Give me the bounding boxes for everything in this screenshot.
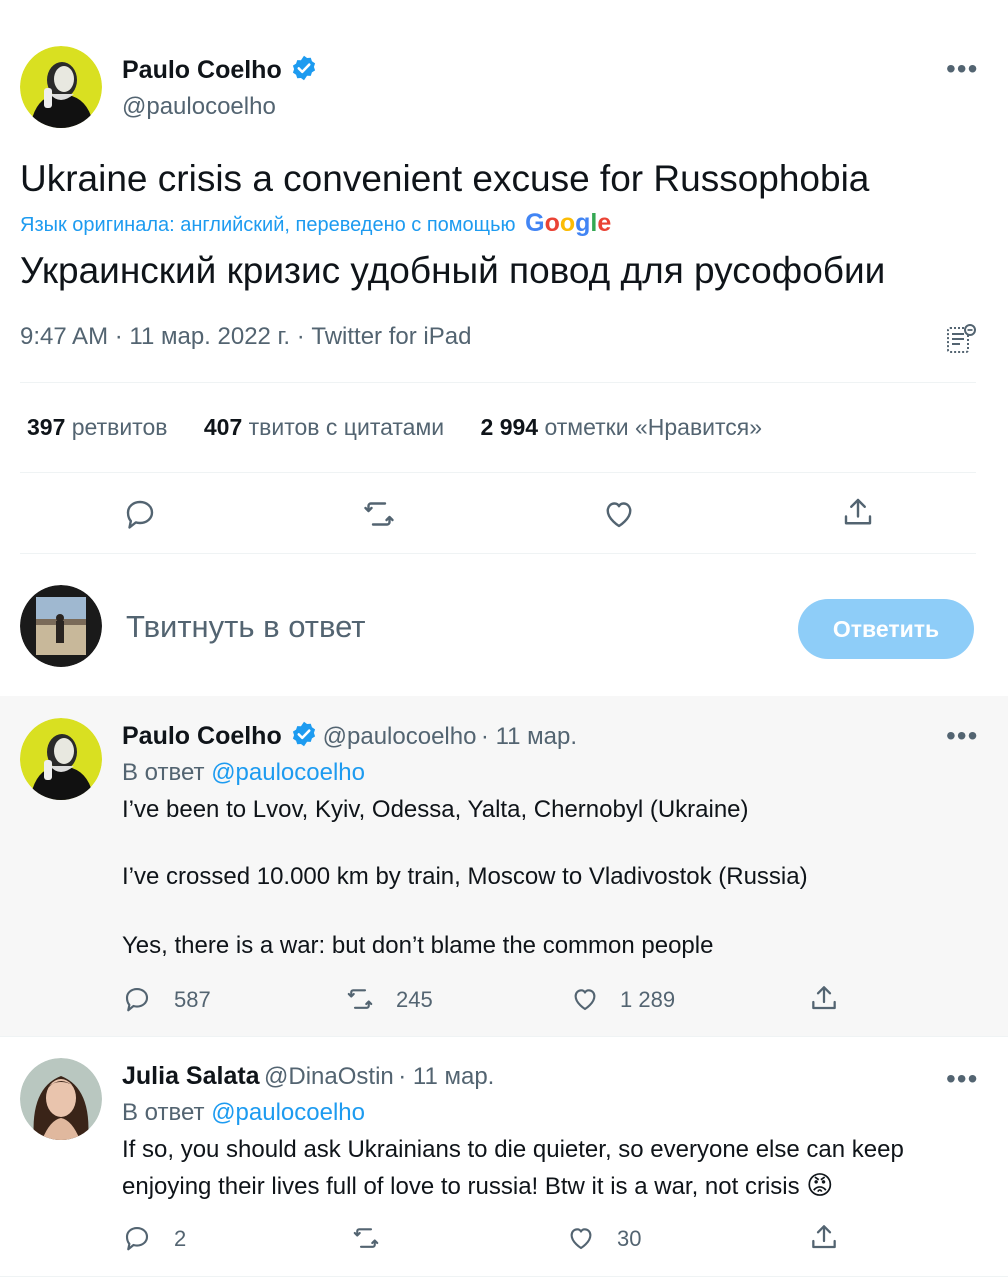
current-user-avatar[interactable]: [20, 585, 102, 667]
author-avatar[interactable]: [20, 46, 102, 128]
reply-icon[interactable]: [122, 1223, 152, 1253]
reply-icon[interactable]: [122, 496, 158, 532]
reply-count: 2: [174, 1226, 187, 1251]
retweet-icon[interactable]: [344, 984, 376, 1014]
verified-badge-icon: [290, 54, 318, 87]
reply-author-avatar[interactable]: [20, 1058, 102, 1140]
likes-stat[interactable]: 2 994 отметки «Нравится»: [481, 414, 763, 440]
reply-tweet-1[interactable]: Paulo Coelho @paulocoelho · 11 мар. ••• …: [0, 696, 1008, 1036]
reply-input[interactable]: Твитнуть в ответ: [126, 609, 366, 645]
author-handle[interactable]: @paulocoelho: [122, 93, 318, 121]
reply-icon[interactable]: [122, 984, 152, 1014]
author-name[interactable]: Paulo Coelho: [122, 56, 282, 84]
replying-to-link[interactable]: @paulocoelho: [211, 1099, 365, 1126]
tweet-timestamp[interactable]: 9:47 AM · 11 мар. 2022 г. · Twitter for …: [20, 323, 471, 351]
angry-face-emoji: 😡: [806, 1170, 834, 1200]
like-icon[interactable]: [601, 496, 637, 532]
replying-to: В ответ @paulocoelho: [122, 759, 365, 787]
translation-note-text[interactable]: Язык оригинала: английский, переведено с…: [20, 214, 516, 236]
retweet-icon[interactable]: [350, 1223, 382, 1253]
reply-author-handle[interactable]: @paulocoelho: [323, 723, 477, 750]
retweets-stat[interactable]: 397 ретвитов: [27, 414, 174, 440]
reply-author-name[interactable]: Paulo Coelho: [122, 722, 282, 750]
analytics-icon[interactable]: [944, 322, 978, 356]
replying-to-link[interactable]: @paulocoelho: [211, 759, 365, 786]
likes-count: 2 994: [480, 414, 539, 440]
reply-date[interactable]: · 11 мар.: [398, 1063, 494, 1090]
more-options-icon[interactable]: •••: [946, 55, 978, 83]
reply-text-line-2: I’ve crossed 10.000 km by train, Moscow …: [122, 863, 808, 890]
like-count: 1 289: [620, 987, 676, 1012]
reply-text-line-1: I’ve been to Lvov, Kyiv, Odessa, Yalta, …: [122, 796, 749, 823]
more-options-icon[interactable]: •••: [946, 722, 978, 750]
reply-text-line-2-wrap: enjoying their lives full of love to rus…: [122, 1170, 833, 1201]
retweet-count: 245: [396, 987, 433, 1012]
like-icon[interactable]: [569, 984, 601, 1014]
share-icon[interactable]: [808, 1221, 840, 1253]
reply-button[interactable]: Ответить: [798, 599, 974, 659]
reply-header: Paulo Coelho @paulocoelho · 11 мар.: [122, 720, 577, 753]
replying-to-prefix: В ответ: [122, 1099, 205, 1126]
retweets-count: 397: [27, 414, 66, 440]
google-logo: Google: [525, 209, 612, 237]
replying-to: В ответ @paulocoelho: [122, 1099, 365, 1127]
reply-author-handle[interactable]: @DinaOstin: [264, 1063, 394, 1090]
reply-tweet-2[interactable]: Julia Salata @DinaOstin · 11 мар. ••• В …: [0, 1037, 1008, 1277]
verified-badge-icon: [290, 720, 318, 753]
reply-author-name[interactable]: Julia Salata: [122, 1062, 260, 1090]
retweet-icon[interactable]: [360, 496, 398, 532]
share-icon[interactable]: [808, 982, 840, 1014]
reply-text-line-2: enjoying their lives full of love to rus…: [122, 1173, 800, 1200]
quotes-count: 407: [203, 414, 243, 440]
reply-date[interactable]: · 11 мар.: [481, 723, 577, 750]
translation-note: Язык оригинала: английский, переведено с…: [20, 209, 611, 238]
retweets-label: ретвитов: [71, 414, 168, 440]
quotes-label: твитов с цитатами: [248, 414, 445, 440]
like-count: 30: [617, 1226, 642, 1251]
tweet-stats: 397 ретвитов 407 твитов с цитатами 2 994…: [27, 414, 762, 441]
reply-text-line-1: If so, you should ask Ukrainians to die …: [122, 1136, 904, 1163]
author-info: Paulo Coelho @paulocoelho: [122, 54, 318, 121]
reply-author-avatar[interactable]: [20, 718, 102, 800]
like-icon[interactable]: [565, 1223, 597, 1253]
reply-text-line-3: Yes, there is a war: but don’t blame the…: [122, 932, 714, 959]
share-icon[interactable]: [840, 494, 876, 530]
tweet-text-translated: Украинский кризис удобный повод для русо…: [20, 250, 886, 291]
reply-header: Julia Salata @DinaOstin · 11 мар.: [122, 1062, 494, 1091]
tweet-text-original: Ukraine crisis a convenient excuse for R…: [20, 158, 870, 199]
quotes-stat[interactable]: 407 твитов с цитатами: [204, 414, 451, 440]
reply-count: 587: [174, 987, 211, 1012]
replying-to-prefix: В ответ: [122, 759, 205, 786]
more-options-icon[interactable]: •••: [946, 1065, 978, 1093]
likes-label: отметки «Нравится»: [544, 414, 763, 440]
